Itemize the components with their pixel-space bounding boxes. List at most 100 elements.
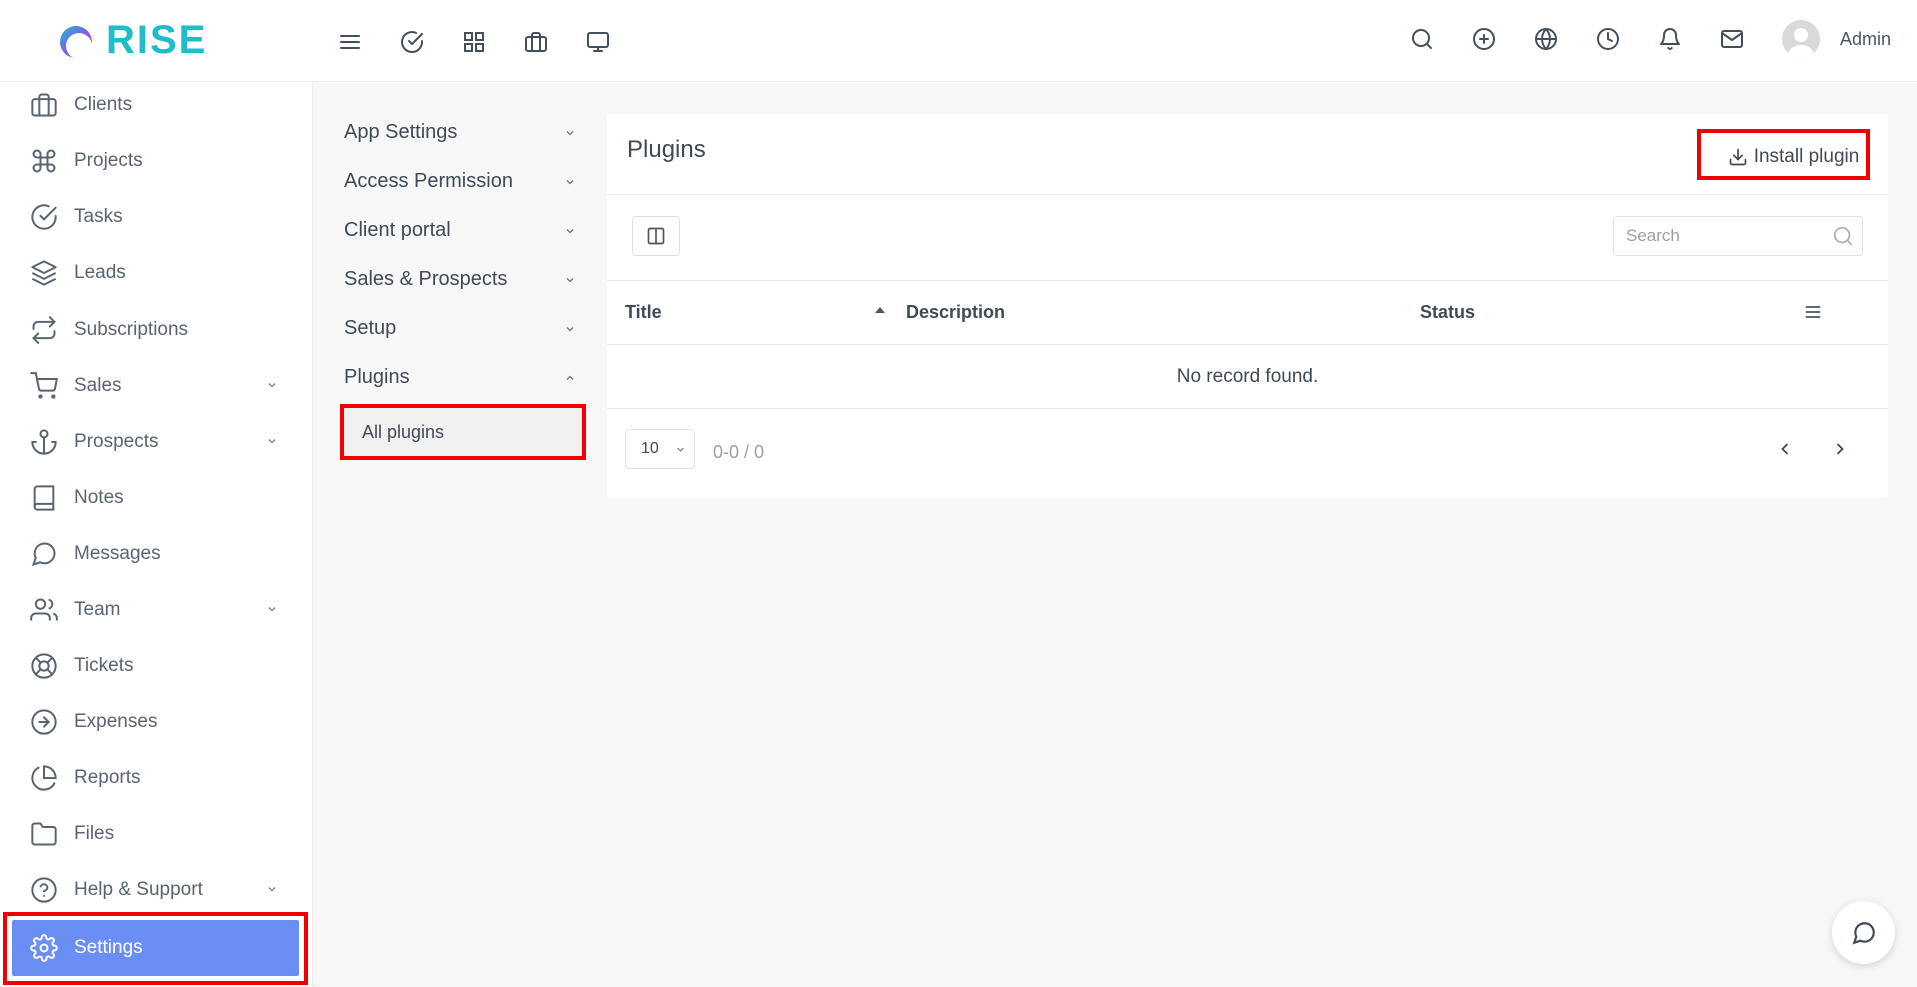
grid-icon[interactable] xyxy=(458,26,490,58)
sidebar-item-label: Files xyxy=(74,823,115,844)
chevron-down-icon xyxy=(268,887,276,892)
briefcase-icon[interactable] xyxy=(520,26,552,58)
submenu-client-portal[interactable]: Client portal xyxy=(344,206,584,255)
command-icon xyxy=(32,149,56,173)
mail-icon[interactable] xyxy=(1716,23,1748,55)
sidebar-item-label: Leads xyxy=(74,262,126,283)
sidebar-item-label: Tasks xyxy=(74,206,123,227)
page-size-select[interactable]: 10 xyxy=(625,429,695,469)
top-bar: RISE Admin xyxy=(0,0,1917,82)
chat-button[interactable] xyxy=(1832,901,1895,964)
search-field[interactable] xyxy=(1613,216,1863,256)
sidebar-item-team[interactable]: Team xyxy=(0,585,313,635)
install-plugin-button[interactable]: Install plugin xyxy=(1716,136,1871,178)
page-title: Plugins xyxy=(627,136,706,163)
divider xyxy=(607,344,1888,345)
sort-asc-icon[interactable] xyxy=(875,307,885,313)
sidebar-item-label: Tickets xyxy=(74,655,134,676)
briefcase-icon xyxy=(31,93,57,117)
cart-icon xyxy=(30,372,58,399)
divider xyxy=(607,408,1888,409)
sidebar-item-label: Reports xyxy=(74,767,141,788)
sidebar: Clients Projects Tasks Leads Subscriptio… xyxy=(0,82,313,987)
life-buoy-icon xyxy=(31,653,57,679)
sidebar-item-projects[interactable]: Projects xyxy=(0,136,313,186)
folder-icon xyxy=(31,822,57,846)
users-icon xyxy=(30,598,58,621)
sidebar-item-notes[interactable]: Notes xyxy=(0,473,313,523)
submenu-sales-prospects[interactable]: Sales & Prospects xyxy=(344,255,584,304)
check-circle-icon[interactable] xyxy=(396,26,428,58)
anchor-icon xyxy=(31,429,57,455)
submenu-setup[interactable]: Setup xyxy=(344,304,584,353)
submenu-label: Client portal xyxy=(344,219,451,241)
submenu-label: App Settings xyxy=(344,121,458,143)
sidebar-item-help-support[interactable]: Help & Support xyxy=(0,865,313,915)
brand-name: RISE xyxy=(106,18,208,62)
sidebar-item-tickets[interactable]: Tickets xyxy=(0,641,313,691)
column-header-description[interactable]: Description xyxy=(906,302,1005,323)
submenu-label: Setup xyxy=(344,317,397,339)
sidebar-item-label: Team xyxy=(74,599,121,620)
layers-icon xyxy=(31,260,57,286)
globe-icon[interactable] xyxy=(1530,23,1562,55)
settings-submenu: App Settings Access Permission Client po… xyxy=(344,108,584,402)
app-logo[interactable]: RISE xyxy=(56,18,207,63)
submenu-label: Plugins xyxy=(344,366,410,388)
sidebar-item-sales[interactable]: Sales xyxy=(0,361,313,411)
clock-icon[interactable] xyxy=(1592,23,1624,55)
chevron-down-icon xyxy=(566,179,574,184)
sidebar-item-tasks[interactable]: Tasks xyxy=(0,192,313,242)
submenu-label: Access Permission xyxy=(344,170,513,192)
previous-page-button[interactable] xyxy=(1775,439,1795,459)
sidebar-item-messages[interactable]: Messages xyxy=(0,529,313,579)
bell-icon[interactable] xyxy=(1654,23,1686,55)
message-circle-icon xyxy=(1852,921,1875,944)
repeat-icon xyxy=(32,316,56,344)
download-icon xyxy=(1729,148,1747,166)
column-header-title[interactable]: Title xyxy=(625,302,662,323)
search-input[interactable] xyxy=(1626,226,1826,246)
arrow-right-circle-icon xyxy=(31,709,57,735)
search-icon[interactable] xyxy=(1406,23,1438,55)
sidebar-item-label: Subscriptions xyxy=(74,319,189,340)
plus-circle-icon[interactable] xyxy=(1468,23,1500,55)
user-name[interactable]: Admin xyxy=(1840,29,1891,50)
sidebar-item-files[interactable]: Files xyxy=(0,809,313,859)
submenu-plugins[interactable]: Plugins xyxy=(344,353,584,402)
column-toggle-button[interactable] xyxy=(632,216,680,256)
chevron-left-icon xyxy=(1781,443,1789,455)
avatar[interactable] xyxy=(1781,20,1820,58)
check-circle-icon xyxy=(31,204,57,230)
pie-chart-icon xyxy=(31,765,57,791)
columns-icon xyxy=(647,227,665,245)
submenu-all-plugins[interactable]: All plugins xyxy=(344,408,582,456)
help-circle-icon xyxy=(31,877,57,903)
submenu-label: Sales & Prospects xyxy=(344,268,508,290)
next-page-button[interactable] xyxy=(1830,439,1850,459)
sidebar-item-label: Sales xyxy=(74,375,122,396)
sidebar-item-prospects[interactable]: Prospects xyxy=(0,417,313,467)
column-header-status[interactable]: Status xyxy=(1420,302,1475,323)
sidebar-item-reports[interactable]: Reports xyxy=(0,753,313,803)
sidebar-item-subscriptions[interactable]: Subscriptions xyxy=(0,305,313,355)
sidebar-item-label: Settings xyxy=(74,937,143,958)
sidebar-item-label: Notes xyxy=(74,487,124,508)
column-menu-icon[interactable] xyxy=(1803,302,1823,322)
chevron-down-icon xyxy=(677,447,684,452)
sidebar-item-label: Projects xyxy=(74,150,143,171)
chevron-up-icon xyxy=(566,375,574,380)
sidebar-item-leads[interactable]: Leads xyxy=(0,248,313,298)
install-plugin-label: Install plugin xyxy=(1753,146,1860,167)
empty-state-message: No record found. xyxy=(1176,366,1319,387)
submenu-access-permission[interactable]: Access Permission xyxy=(344,157,584,206)
submenu-app-settings[interactable]: App Settings xyxy=(344,108,584,157)
monitor-icon[interactable] xyxy=(582,26,614,58)
gear-icon xyxy=(30,934,58,962)
menu-icon[interactable] xyxy=(334,26,366,58)
search-icon xyxy=(1833,226,1853,246)
sidebar-item-expenses[interactable]: Expenses xyxy=(0,697,313,747)
sidebar-item-clients[interactable]: Clients xyxy=(0,80,313,130)
sidebar-item-settings[interactable]: Settings xyxy=(12,920,299,976)
chevron-down-icon xyxy=(268,383,276,388)
